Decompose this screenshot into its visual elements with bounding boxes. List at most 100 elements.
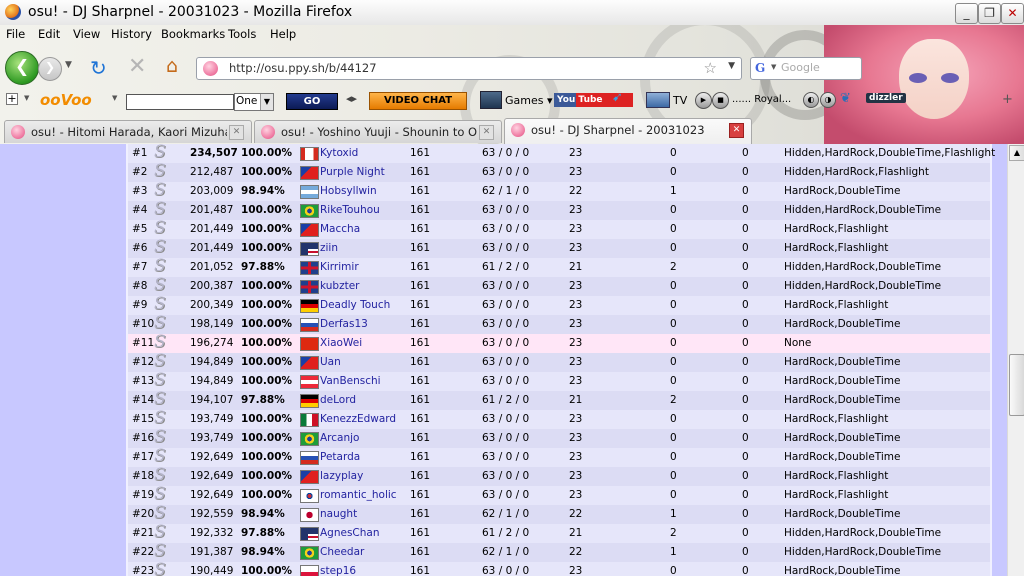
menu-history[interactable]: History <box>111 27 152 41</box>
toolbar-select[interactable]: One ▼ <box>234 93 274 111</box>
miss-count: 0 <box>742 185 749 197</box>
close-window-button[interactable]: ✕ <box>1001 3 1024 24</box>
google-icon[interactable]: G <box>755 61 770 76</box>
player-name[interactable]: naught <box>320 508 357 520</box>
bookmark-star-icon[interactable]: ☆ <box>704 59 717 77</box>
games-menu[interactable]: Games ▾ <box>505 94 553 107</box>
menu-view[interactable]: View <box>73 27 100 41</box>
reload-icon[interactable]: ↻ <box>90 56 107 80</box>
tab-yoshino-yuuji[interactable]: osu! - Yoshino Yuuji - Shounin to Ooka..… <box>254 120 502 143</box>
rank: #10 <box>132 318 155 330</box>
forward-button[interactable] <box>38 57 62 81</box>
player-name[interactable]: Purple Night <box>320 166 385 178</box>
mods: Hidden,HardRock,DoubleTime <box>784 527 942 539</box>
osu-favicon-icon <box>11 125 25 139</box>
player-name[interactable]: Arcanjo <box>320 432 359 444</box>
score: 201,052 <box>190 261 234 273</box>
toolbar-dropdown-icon[interactable]: ▼ <box>24 94 29 102</box>
radio-station-label[interactable]: ...... Royal... <box>732 94 791 105</box>
mods: Hidden,HardRock,DoubleTime <box>784 204 942 216</box>
player-name[interactable]: deLord <box>320 394 356 406</box>
player-name[interactable]: Petarda <box>320 451 360 463</box>
player-name[interactable]: Cheedar <box>320 546 364 558</box>
menu-help[interactable]: Help <box>270 27 296 41</box>
volume-up-icon[interactable]: ◑ <box>820 92 836 108</box>
dizzler-button[interactable]: dizzler <box>866 93 906 103</box>
twitter-bird-icon[interactable]: ➹ <box>612 90 623 105</box>
player-name[interactable]: lazyplay <box>320 470 363 482</box>
accuracy: 100.00% <box>241 280 293 292</box>
player-name[interactable]: Uan <box>320 356 341 368</box>
accuracy: 100.00% <box>241 299 293 311</box>
restore-button[interactable]: ❐ <box>978 3 1001 24</box>
toolbar-search-input[interactable] <box>126 94 234 110</box>
video-chat-button[interactable]: VIDEO CHAT <box>369 92 467 110</box>
tab-hitomi-harada[interactable]: osu! - Hitomi Harada, Kaori Mizuhashi, .… <box>4 120 252 143</box>
oovoo-logo[interactable]: ooVoo <box>40 91 92 109</box>
vertical-scrollbar[interactable]: ▲ <box>1007 144 1024 576</box>
home-icon[interactable]: ⌂ <box>166 55 178 77</box>
accuracy: 98.94% <box>241 546 285 558</box>
search-bar[interactable]: G ▼ Google <box>750 57 862 80</box>
player-name[interactable]: VanBenschi <box>320 375 381 387</box>
close-tab-icon[interactable]: ✕ <box>479 125 494 140</box>
go-button[interactable]: GO <box>286 93 338 110</box>
toolbar-add-icon[interactable]: + <box>1002 92 1013 107</box>
count-katu: 0 <box>670 565 677 576</box>
stop-media-icon[interactable]: ■ <box>712 92 729 109</box>
menu-bookmarks[interactable]: Bookmarks <box>161 27 225 41</box>
player-name[interactable]: ziin <box>320 242 338 254</box>
player-name[interactable]: step16 <box>320 565 356 576</box>
search-engine-dropdown-icon[interactable]: ▼ <box>771 63 776 71</box>
player-name[interactable]: KenezzEdward <box>320 413 396 425</box>
rank: #8 <box>132 280 148 292</box>
tab-dj-sharpnel[interactable]: osu! - DJ Sharpnel - 20031023 ✕ <box>504 118 752 144</box>
oovoo-dropdown-icon[interactable]: ▼ <box>112 94 117 102</box>
country-flag-icon <box>300 508 319 522</box>
close-tab-icon[interactable]: ✕ <box>229 125 244 140</box>
player-name[interactable]: AgnesChan <box>320 527 380 539</box>
address-dropdown-icon[interactable]: ▼ <box>728 61 735 71</box>
tv-icon[interactable] <box>646 92 670 108</box>
history-dropdown-icon[interactable]: ▼ <box>65 60 72 70</box>
player-name[interactable]: Kytoxid <box>320 147 358 159</box>
player-name[interactable]: Kirrimir <box>320 261 359 273</box>
country-flag-icon <box>300 166 319 180</box>
player-name[interactable]: XiaoWei <box>320 337 362 349</box>
volume-icon[interactable]: ◐ <box>803 92 819 108</box>
mods: HardRock,Flashlight <box>784 413 889 425</box>
max-combo: 161 <box>410 546 431 558</box>
score: 192,649 <box>190 470 234 482</box>
tv-label[interactable]: TV <box>673 94 687 107</box>
scroll-up-icon[interactable]: ▲ <box>1009 145 1024 161</box>
mods: HardRock,DoubleTime <box>784 508 901 520</box>
player-name[interactable]: kubzter <box>320 280 359 292</box>
scrollbar-thumb[interactable] <box>1009 354 1024 416</box>
player-name[interactable]: Derfas13 <box>320 318 368 330</box>
menu-edit[interactable]: Edit <box>38 27 60 41</box>
country-flag-icon <box>300 489 319 503</box>
address-bar[interactable]: http://osu.ppy.sh/b/44127 ☆ ▼ <box>196 57 742 80</box>
dizzler-bird-icon[interactable]: ❦ <box>840 91 851 106</box>
count-katu: 1 <box>670 508 677 520</box>
player-name[interactable]: Maccha <box>320 223 360 235</box>
count-geki: 23 <box>569 356 583 368</box>
miss-count: 0 <box>742 147 749 159</box>
minimize-button[interactable]: _ <box>955 3 978 24</box>
stop-icon[interactable]: ✕ <box>128 54 146 79</box>
player-name[interactable]: romantic_holic <box>320 489 397 501</box>
sound-icon[interactable]: ◂▸ <box>346 92 357 105</box>
add-toolbar-icon[interactable]: + <box>6 93 18 105</box>
menu-tools[interactable]: Tools <box>228 27 256 41</box>
grade-s-icon: S <box>154 541 166 561</box>
score: 194,849 <box>190 356 234 368</box>
player-name[interactable]: Deadly Touch <box>320 299 390 311</box>
games-icon[interactable] <box>480 91 502 109</box>
player-name[interactable]: RikeTouhou <box>320 204 380 216</box>
menu-file[interactable]: File <box>6 27 25 41</box>
max-combo: 161 <box>410 204 431 216</box>
player-name[interactable]: Hobsyllwin <box>320 185 377 197</box>
play-icon[interactable]: ▶ <box>695 92 712 109</box>
back-button[interactable] <box>5 51 39 85</box>
close-tab-icon[interactable]: ✕ <box>729 123 744 138</box>
